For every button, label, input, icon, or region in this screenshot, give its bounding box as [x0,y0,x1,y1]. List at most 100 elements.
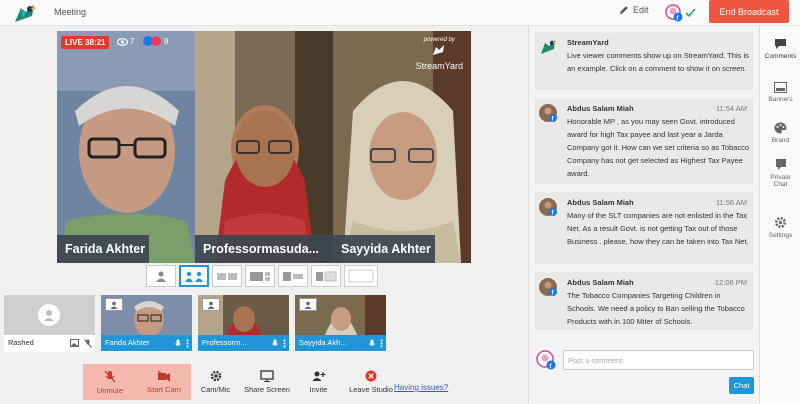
rail-comments[interactable]: Comments [760,38,800,60]
message-author: Abdus Salam Miah [567,198,634,207]
camera-off-icon [157,370,171,382]
participant-name: Sayyida Akhter [333,235,435,263]
bottom-toolbar: Unmute Start Cam Cam/Mic Share Screen In… [83,364,399,400]
rail-label: Settings [768,232,793,239]
streamyard-logo-icon [541,40,557,54]
sidebar-layout-icon [283,272,303,281]
avatar: f [539,104,557,122]
viewer-count: 7 [117,37,134,46]
backstage-tile[interactable]: Farida Akhter [101,295,192,352]
leader-layout-icon [250,272,270,281]
cam-mic-settings-button[interactable]: Cam/Mic [191,364,240,400]
gear-icon [210,370,221,382]
backstage-tile[interactable]: Rashed [4,295,95,352]
invite-button[interactable]: Invite [294,364,343,400]
rail-private-chat[interactable]: Private Chat [760,158,800,188]
mic-icon[interactable] [272,339,278,348]
backstage-tile[interactable]: Sayyida Akh... [295,295,386,352]
start-cam-label: Start Cam [147,385,181,394]
leave-studio-button[interactable]: Leave Studio [343,364,399,400]
stage: LIVE 38:21 7 9 Farida Akhter Professorma… [57,31,471,263]
backstage-controls [175,335,189,351]
person-icon [207,301,215,309]
palette-icon [774,122,787,134]
participant-video [4,295,95,335]
message-text: Live viewer comments show up on StreamYa… [567,51,749,73]
avatar: f [539,278,557,296]
rail-label: Comments [764,53,797,60]
reaction-count-value: 9 [164,36,169,46]
rail-settings[interactable]: Settings [760,216,800,239]
unmute-button[interactable]: Unmute [83,364,137,400]
stage-tile[interactable]: powered by StreamYard Sayyida Akhter [333,31,471,263]
start-cam-button[interactable]: Start Cam [137,364,191,400]
backstage-controls [272,335,286,351]
layout-group-button[interactable] [179,265,209,287]
more-options-icon[interactable] [380,339,383,348]
chat-message[interactable]: f Abdus Salam Miah 11:54 AM Honorable MP… [535,98,753,184]
group-layout-icon [185,271,203,282]
rail-brand[interactable]: Brand [760,122,800,144]
layout-solo-button[interactable] [146,265,176,287]
image-icon[interactable] [70,339,79,347]
cam-mic-label: Cam/Mic [200,385,231,394]
mic-off-icon[interactable] [84,338,92,348]
message-author: Abdus Salam Miah [567,278,634,287]
rail-label: Brand [771,137,790,144]
layout-thin-button[interactable] [311,265,341,287]
watermark-powered-by: powered by [423,37,455,43]
leave-studio-label: Leave Studio [349,385,393,394]
eye-icon [117,37,128,46]
participant-name: Farida Akhter [57,235,149,263]
message-text: The Tobacco Companies Targeting Children… [567,291,745,326]
message-time: 11:54 AM [715,104,747,113]
empty-layout-icon [348,269,374,283]
chat-message[interactable]: f Abdus Salam Miah 12:06 PM The Tobacco … [535,272,753,330]
having-issues-link[interactable]: Having issues? [394,383,448,392]
message-text: Many of the SLT companies are not enlist… [567,211,749,246]
end-broadcast-button[interactable]: End Broadcast [709,0,789,23]
comment-input[interactable]: Post a comment [563,350,754,370]
love-icon [151,36,161,46]
share-screen-button[interactable]: Share Screen [240,364,294,400]
backstage-controls [70,335,92,351]
chat-message[interactable]: f Abdus Salam Miah 11:56 AM Many of the … [535,192,753,264]
private-chat-icon [775,159,786,170]
layout-group-small-button[interactable] [212,265,242,287]
stage-tile[interactable]: Professormasuda... [195,31,333,263]
gear-icon [775,217,786,228]
viewer-count-value: 7 [130,37,135,46]
participant-video [195,31,333,263]
right-rail: Comments Banners Brand Private Chat Sett… [759,26,800,404]
on-stage-indicator [105,298,123,311]
message-time: 11:56 AM [715,198,747,207]
layout-leader-button[interactable] [245,265,275,287]
layout-empty-button[interactable] [344,265,378,287]
message-author: Abdus Salam Miah [567,104,634,113]
backstage-controls [369,335,383,351]
rail-banners[interactable]: Banners [760,82,800,103]
group-small-layout-icon [217,273,237,280]
comment-icon [775,39,786,49]
pencil-icon [620,6,628,14]
watermark-brand: StreamYard [415,61,463,71]
avatar: f [539,198,557,216]
stage-tile[interactable]: LIVE 38:21 7 9 Farida Akhter [57,31,195,263]
more-options-icon[interactable] [283,339,286,348]
destination-avatar-icon[interactable]: f [664,3,698,23]
invite-label: Invite [309,385,328,394]
share-screen-label: Share Screen [244,385,290,394]
layout-sidebar-button[interactable] [278,265,308,287]
mic-icon[interactable] [175,339,181,348]
commenter-avatar-icon[interactable]: f [535,350,557,370]
send-chat-button[interactable]: Chat [729,377,754,394]
edit-button[interactable]: Edit [619,5,649,15]
more-options-icon[interactable] [186,339,189,348]
mic-icon[interactable] [369,339,375,348]
unmute-label: Unmute [96,385,124,395]
layout-selector [146,265,378,287]
streamyard-watermark: powered by StreamYard [416,37,463,71]
chat-message[interactable]: StreamYard Live viewer comments show up … [535,32,753,90]
backstage-tile[interactable]: Professorm... [198,295,289,352]
on-stage-indicator [299,298,317,311]
